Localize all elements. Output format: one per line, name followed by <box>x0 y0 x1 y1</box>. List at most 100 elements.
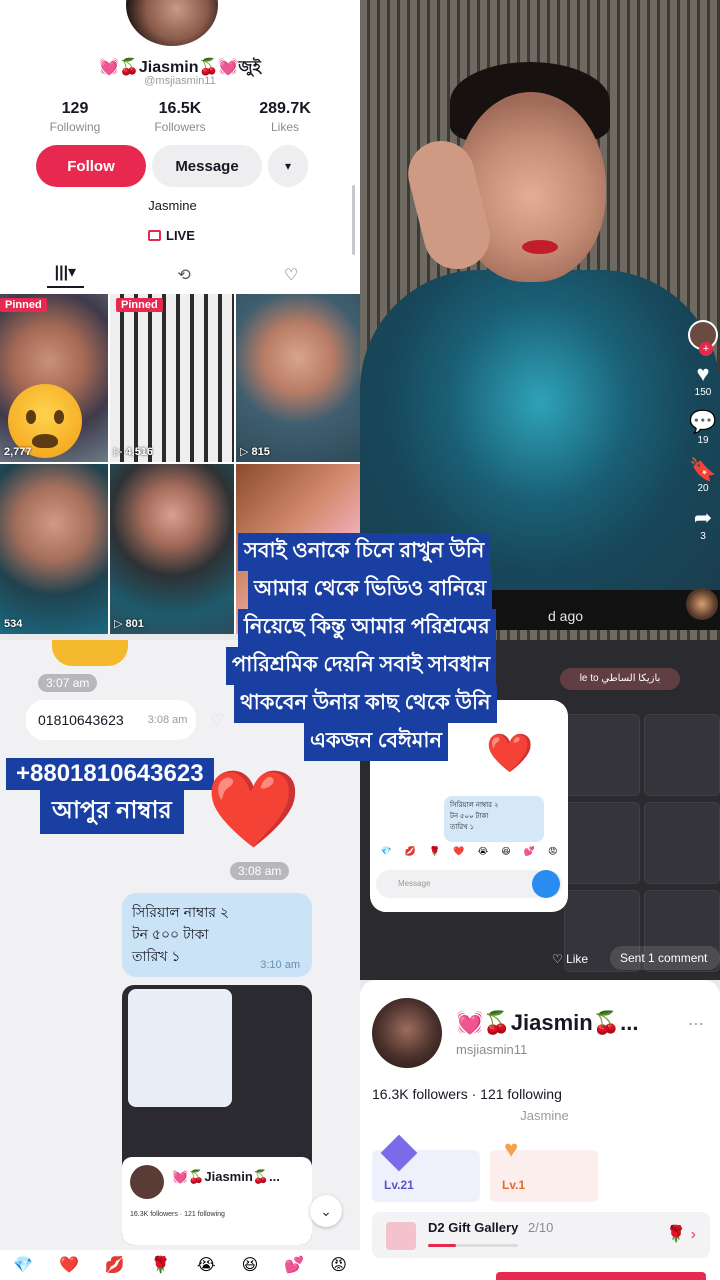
live-like-button[interactable]: ♡ Like <box>552 952 588 966</box>
profile-bio: Jasmine <box>148 198 197 213</box>
action-button-edge[interactable] <box>496 1272 706 1280</box>
screenshot-chat-preview <box>128 989 232 1107</box>
fan-level-badge[interactable]: ♥ Lv.1 <box>490 1136 598 1202</box>
video-thumbnail[interactable]: Pinned 2,777 <box>0 294 108 462</box>
pinned-badge: Pinned <box>116 298 163 312</box>
crying-icon[interactable]: 😭 <box>197 1255 216 1275</box>
scrollbar[interactable] <box>352 185 355 255</box>
laughing-icon: 😆 <box>501 846 511 856</box>
fan-level-label: Lv.1 <box>502 1178 526 1192</box>
phone-chat-line: টন ৫০০ টাকা <box>450 813 489 820</box>
diamond-icon[interactable]: 💎 <box>13 1255 33 1275</box>
level-badge[interactable]: Lv.21 <box>372 1134 480 1202</box>
sent-comment-button[interactable]: Sent 1 comment › <box>610 946 720 989</box>
video-thumbnail[interactable]: 534 <box>0 464 108 634</box>
lips-icon[interactable]: 💋 <box>105 1255 125 1275</box>
creator-avatar[interactable]: + <box>688 320 718 356</box>
save-action[interactable]: 🔖 20 <box>689 457 717 495</box>
angry-icon[interactable]: 😡 <box>330 1255 347 1275</box>
chat-message-time: 3:08 am <box>147 714 188 726</box>
view-count: 534 <box>4 618 23 630</box>
profile-panel: 💓🍒Jiasmin🍒💓জুই @msjiasmin11 129 Followin… <box>0 0 360 294</box>
phone-chat-line: তারিখ ১ <box>450 824 475 831</box>
banner-line: আমার থেকে ভিডিও বানিয়ে <box>248 571 493 609</box>
banner-heart-icon: ❤️ <box>486 733 534 775</box>
more-icon[interactable]: ⋯ <box>688 1014 704 1034</box>
lips-icon: 💋 <box>404 846 417 856</box>
tab-videos[interactable]: |||▾ <box>46 262 85 288</box>
live-guest-slot[interactable] <box>644 714 720 796</box>
gift-gallery-progress <box>428 1244 518 1247</box>
tab-liked[interactable]: ♡ <box>284 265 298 285</box>
profile-card-avatar[interactable] <box>372 998 442 1068</box>
chat-message-line: টন ৫০০ টাকা <box>132 926 209 942</box>
live-banner: le to بازیکا الساطي <box>560 668 680 690</box>
view-count: ▷ 801 <box>114 618 144 630</box>
video-thumbnail[interactable]: ▷ 815 <box>236 294 360 462</box>
phone-chat-bubble: সিরিয়াল নাম্বার ২ টন ৫০০ টাকা তারিখ ১ <box>444 796 544 842</box>
heart-icon[interactable]: ❤️ <box>59 1255 79 1275</box>
comment-count: 19 <box>697 435 709 446</box>
profile-card-bio: Jasmine <box>520 1108 569 1123</box>
phone-chat-line: সিরিয়াল নাম্বার ২ <box>450 802 499 809</box>
profile-card-name: 💓🍒Jiasmin🍒... <box>456 1010 639 1035</box>
laughing-icon[interactable]: 😆 <box>242 1255 259 1275</box>
screenshot-stats: 16.3K followers · 121 following <box>130 1211 225 1218</box>
video-time-ago: d ago <box>548 608 584 624</box>
screenshot-collage: 💓🍒Jiasmin🍒💓জুই @msjiasmin11 129 Followin… <box>0 0 720 1280</box>
view-count: 2,777 <box>4 446 32 458</box>
level-label: Lv.21 <box>384 1178 414 1192</box>
video-thumbnail[interactable]: ▷ 801 <box>110 464 234 634</box>
gift-gallery-row[interactable]: D2 Gift Gallery 2/10 🌹 › <box>372 1212 710 1258</box>
stat-followers[interactable]: 16.5K Followers <box>135 100 225 134</box>
chat-message-text: 01810643623 <box>38 712 124 728</box>
rose-icon: 🌹 <box>429 846 441 856</box>
phone-number-caption: আপুর নাম্বার <box>40 790 184 834</box>
scroll-down-button[interactable]: ⌄ <box>310 1195 342 1227</box>
profile-handle: @msjiasmin11 <box>144 75 216 87</box>
share-action[interactable]: ➦ 3 <box>694 506 712 543</box>
chat-message-line: সিরিয়াল নাম্বার ২ <box>132 904 230 920</box>
tab-reposts[interactable]: ⟲ <box>177 265 190 285</box>
stat-likes: 289.7K Likes <box>240 100 330 134</box>
video-subject-lips <box>522 240 558 254</box>
live-guest-slot[interactable] <box>564 714 640 796</box>
screenshot-name: 💓🍒Jiasmin🍒... <box>172 1169 280 1184</box>
chat-message[interactable]: 01810643623 3:08 am <box>26 700 196 740</box>
phone-number-label: +8801810643623 <box>6 758 214 790</box>
profile-avatar[interactable] <box>126 0 218 46</box>
diamond-icon <box>380 1134 418 1172</box>
heart-outline-icon[interactable]: ♡ <box>210 710 224 730</box>
profile-card-stats: 16.3K followers · 121 following <box>372 1086 562 1102</box>
phone-reaction-bar: 💎 💋 🌹 ❤️ 😭 😆 💕 😡 <box>374 846 564 857</box>
music-disc-icon[interactable] <box>686 588 718 620</box>
stat-followers-label: Followers <box>154 120 206 134</box>
profile-tabs: |||▾ ⟲ ♡ <box>0 262 345 288</box>
rose-icon[interactable]: 🌹 <box>151 1255 171 1275</box>
live-guest-slot[interactable] <box>644 802 720 884</box>
thumbs-up-icon <box>52 640 128 666</box>
gift-gallery-count: 2/10 <box>528 1220 554 1235</box>
microphone-icon <box>532 870 560 898</box>
stat-following-count: 129 <box>61 100 89 117</box>
video-thumbnail[interactable]: Pinned ▷ 4,516 <box>110 294 234 462</box>
chat-timestamp: 3:07 am <box>38 674 98 692</box>
follow-plus-icon[interactable]: + <box>699 342 713 356</box>
gift-gallery-title: D2 Gift Gallery <box>428 1220 519 1235</box>
stat-following[interactable]: 129 Following <box>30 100 120 134</box>
like-action[interactable]: ♥ 150 <box>695 362 712 399</box>
follow-button[interactable]: Follow <box>36 145 146 187</box>
live-guest-slot[interactable] <box>564 802 640 884</box>
shared-screenshot[interactable]: 💓🍒Jiasmin🍒... 16.3K followers · 121 foll… <box>122 985 312 1245</box>
live-link[interactable]: LIVE <box>148 228 195 243</box>
save-count: 20 <box>697 483 709 494</box>
chat-message-time: 3:10 am <box>260 959 300 971</box>
message-button[interactable]: Message <box>152 145 262 187</box>
two-hearts-icon[interactable]: 💕 <box>284 1255 304 1275</box>
more-options-button[interactable]: ▾ <box>268 145 308 187</box>
comment-action[interactable]: 💬 19 <box>689 410 716 447</box>
stat-following-label: Following <box>49 120 101 134</box>
angry-icon: 😡 <box>547 846 558 856</box>
chat-message-sent[interactable]: সিরিয়াল নাম্বার ২ টন ৫০০ টাকা তারিখ ১ 3… <box>122 893 312 977</box>
bookmark-icon: 🔖 <box>689 457 717 482</box>
